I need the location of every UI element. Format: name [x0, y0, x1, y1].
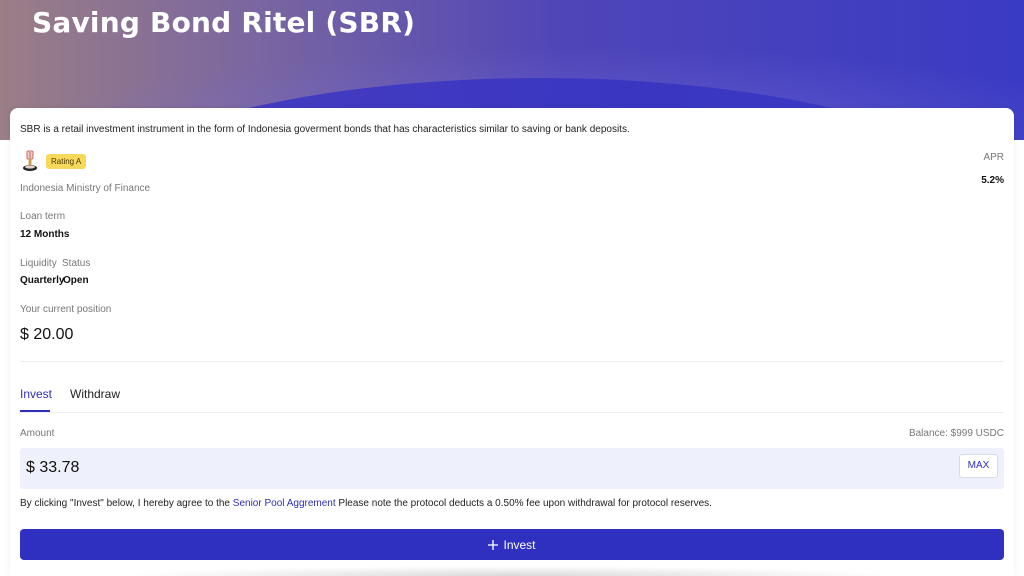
invest-button-label: Invest — [503, 537, 536, 552]
position-label: Your current position — [20, 304, 112, 315]
rating-badge: Rating A — [46, 154, 87, 169]
issuer-logo-icon — [23, 150, 37, 171]
tab-invest[interactable]: Invest — [20, 387, 52, 401]
agreement-suffix: Please note the protocol deducts a 0.50%… — [338, 498, 712, 509]
balance-text: Balance: $999 USDC — [908, 428, 1004, 439]
status-label: Status — [62, 258, 91, 269]
liquidity-value: Quarterly — [20, 275, 65, 286]
invest-button[interactable]: Invest — [20, 529, 1004, 560]
senior-pool-agreement-link[interactable]: Senior Pool Aggrement — [233, 498, 336, 509]
bond-description: SBR is a retail investment instrument in… — [20, 124, 630, 135]
liquidity-label: Liquidity — [20, 258, 57, 269]
position-value: $ 20.00 — [20, 326, 74, 343]
apr-label: APR — [983, 152, 1004, 163]
plus-icon — [488, 539, 499, 550]
card-bottom-shadow — [120, 566, 900, 576]
bond-card: SBR is a retail investment instrument in… — [10, 108, 1014, 576]
amount-value[interactable]: $ 33.78 — [26, 459, 79, 477]
apr-value: 5.2% — [981, 175, 1004, 186]
amount-label: Amount — [20, 428, 55, 439]
tab-withdraw[interactable]: Withdraw — [70, 387, 120, 401]
section-divider — [20, 361, 1004, 362]
loan-term-label: Loan term — [20, 211, 66, 222]
amount-input[interactable]: $ 33.78 MAX — [20, 448, 1004, 489]
issuer-name: Indonesia Ministry of Finance — [20, 183, 151, 194]
loan-term-value: 12 Months — [20, 229, 70, 240]
page-title: Saving Bond Ritel (SBR) — [32, 6, 416, 39]
tabs-divider — [20, 412, 1004, 413]
agreement-text: By clicking "Invest" below, I hereby agr… — [20, 498, 712, 509]
max-button[interactable]: MAX — [959, 454, 998, 478]
status-value: Open — [63, 275, 89, 286]
agreement-prefix: By clicking "Invest" below, I hereby agr… — [20, 498, 230, 509]
